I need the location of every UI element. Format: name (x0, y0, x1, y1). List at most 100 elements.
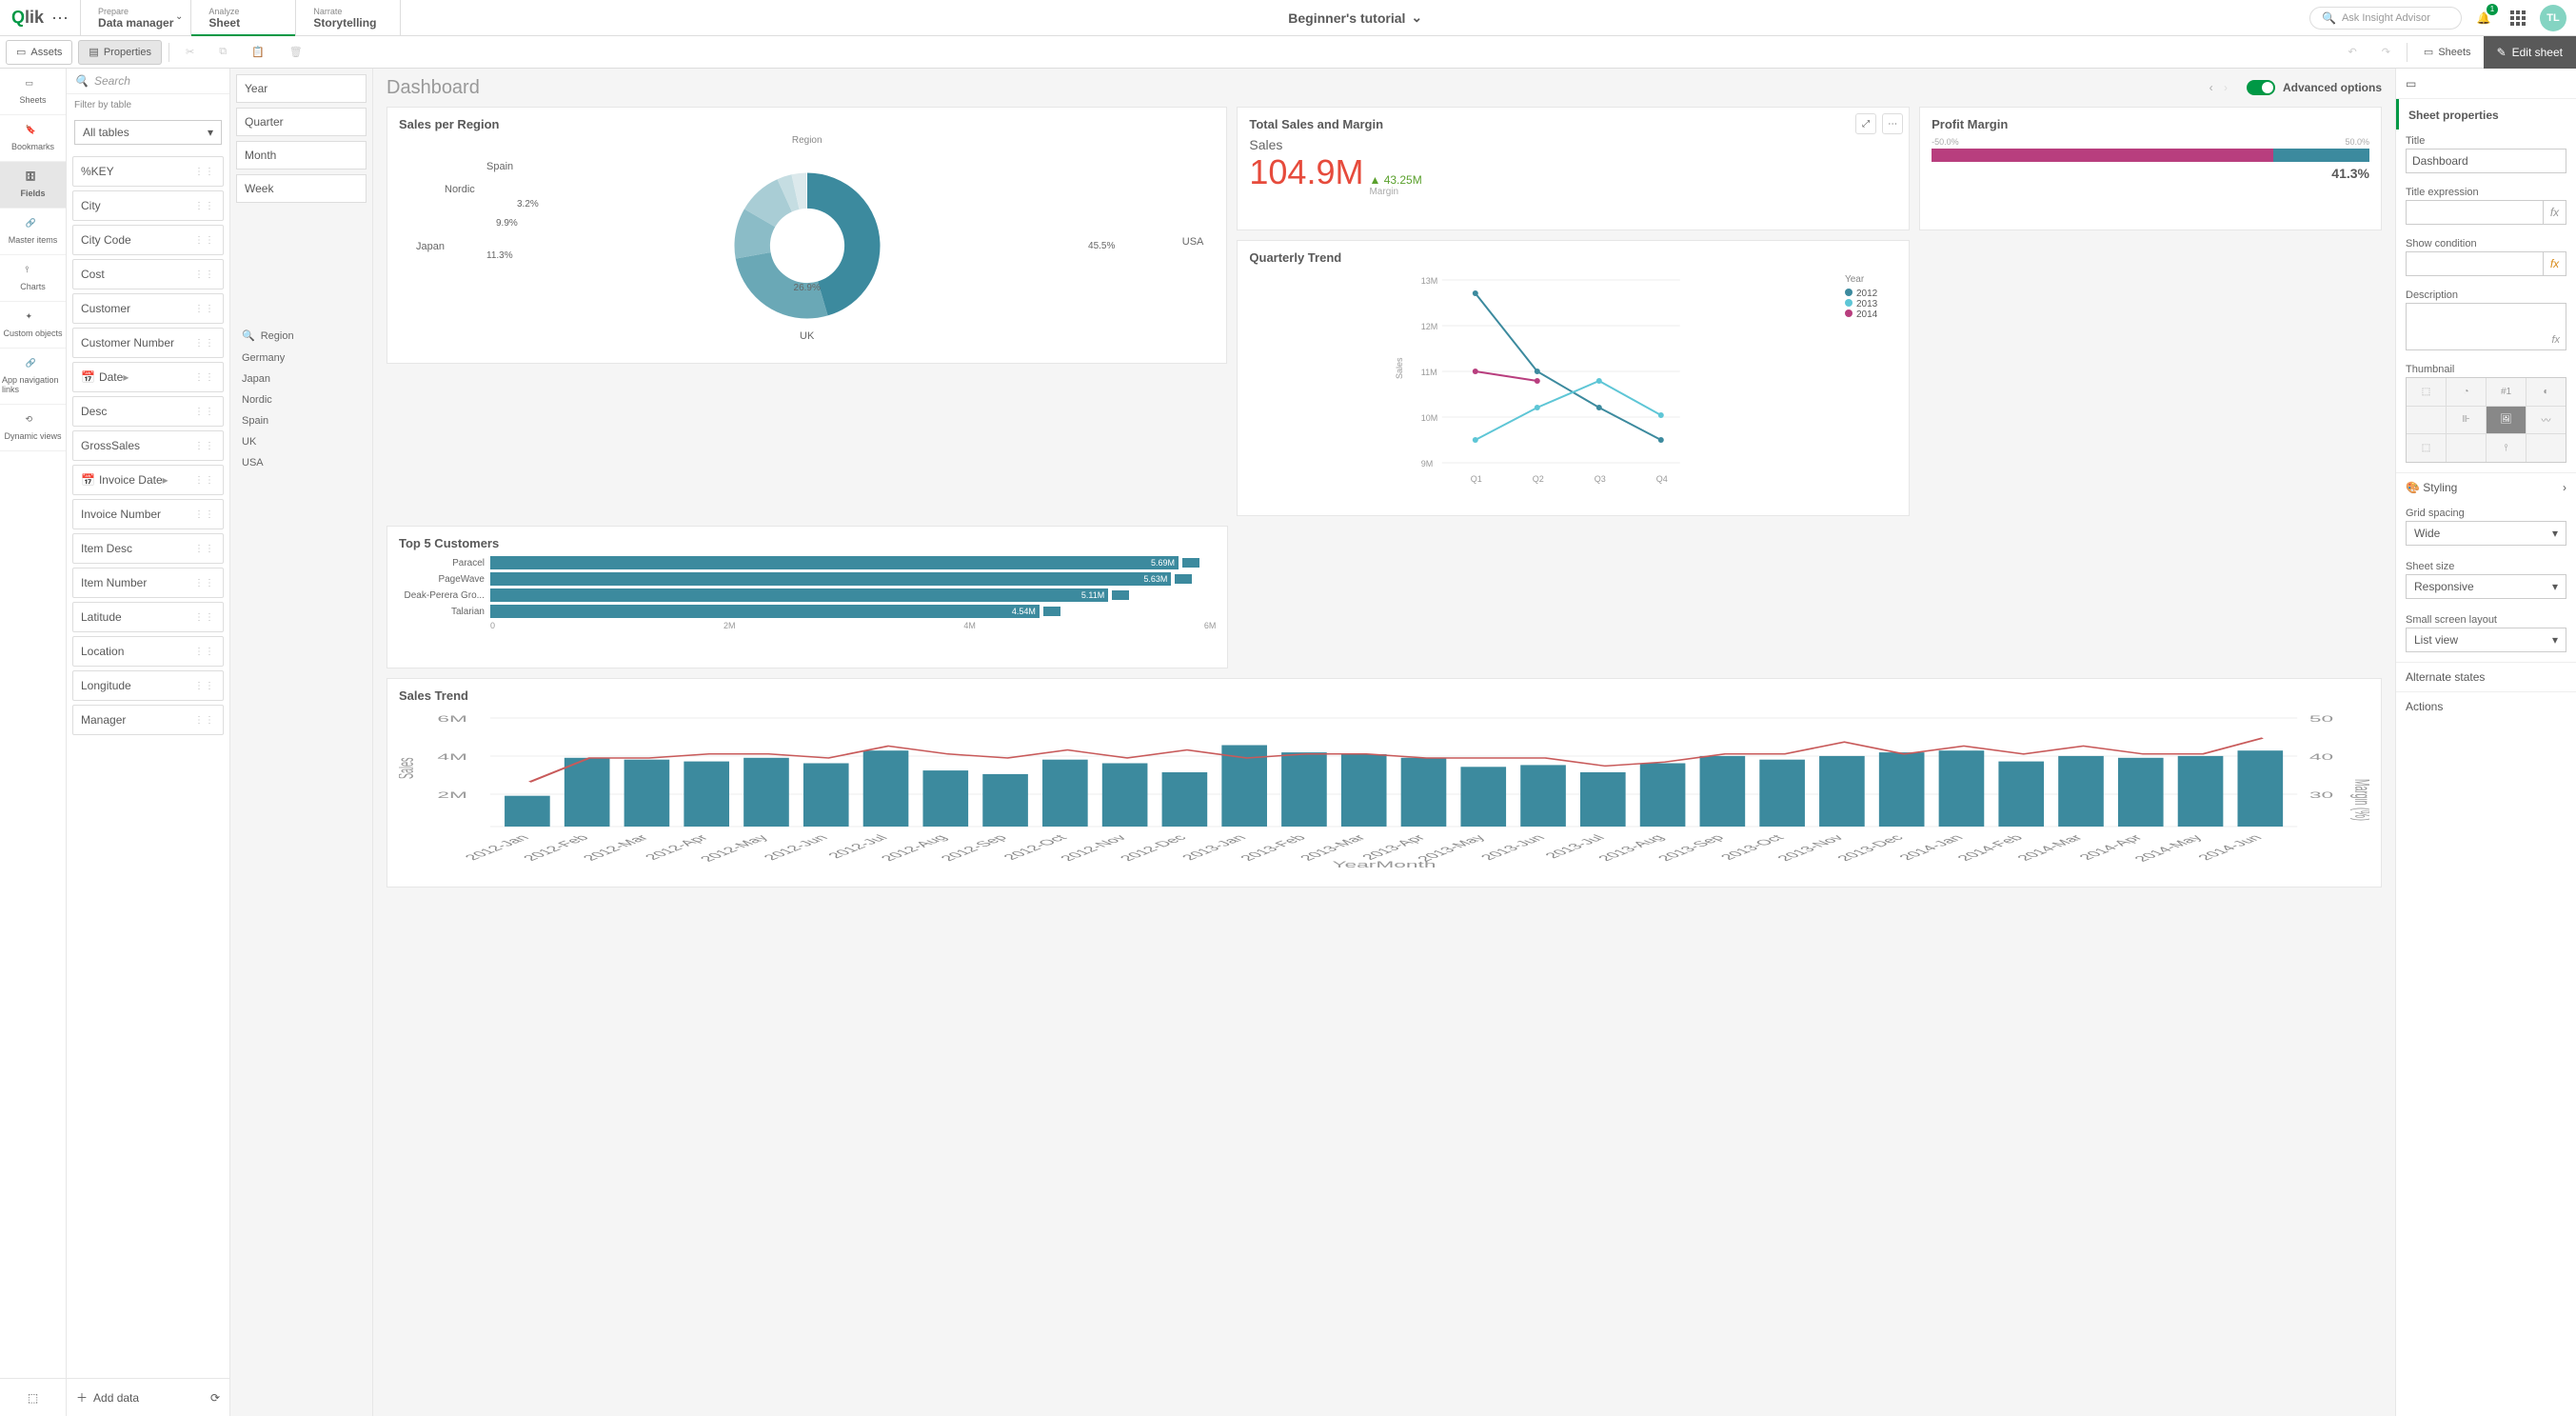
show-condition-fx-button[interactable]: fx (2544, 251, 2566, 276)
sales-trend-chart[interactable]: Sales Trend Sales Margin (%) 6M4M2M 5040… (386, 678, 2382, 887)
show-condition-input[interactable] (2406, 251, 2544, 276)
rail-custom-objects[interactable]: ✦Custom objects (0, 302, 66, 349)
description-fx-button[interactable]: fx (2551, 334, 2560, 346)
field-customer[interactable]: Customer⋮⋮ (72, 293, 224, 324)
donut-svg (726, 165, 888, 327)
sheets-button[interactable]: ▭ Sheets (2414, 40, 2481, 65)
undo-button[interactable]: ↶ (2338, 40, 2366, 65)
app-title[interactable]: Beginner's tutorial ⌄ (401, 0, 2309, 35)
app-launcher-button[interactable] (2506, 6, 2530, 30)
nav-tab-storytelling[interactable]: NarrateStorytelling (296, 0, 401, 35)
cut-button[interactable]: ✂ (176, 40, 204, 65)
table-filter-select[interactable]: All tables ▾ (74, 120, 222, 145)
field-latitude[interactable]: Latitude⋮⋮ (72, 602, 224, 632)
field-invoice-number[interactable]: Invoice Number⋮⋮ (72, 499, 224, 529)
title-expression-fx-button[interactable]: fx (2544, 200, 2566, 225)
field--key[interactable]: %KEY⋮⋮ (72, 156, 224, 187)
copy-button[interactable]: ⧉ (209, 40, 236, 65)
field-item-desc[interactable]: Item Desc⋮⋮ (72, 533, 224, 564)
small-screen-select[interactable]: List view▾ (2406, 628, 2566, 652)
nav-tab-sheet[interactable]: AnalyzeSheet (191, 0, 296, 35)
total-sales-margin-kpi[interactable]: ⤢ ⋯ Total Sales and Margin Sales 104.9M … (1237, 107, 1910, 230)
region-germany[interactable]: Germany (236, 348, 367, 369)
paste-button[interactable]: 📋 (242, 40, 274, 65)
rail-bookmarks[interactable]: 🔖Bookmarks (0, 115, 66, 162)
add-data-button[interactable]: ＋ Add data (76, 1389, 139, 1406)
top5-bar-row: PageWave 5.63M (399, 572, 1216, 586)
field-invoice-date[interactable]: 📅Invoice Date ▸⋮⋮ (72, 465, 224, 495)
drag-handle-icon: ⋮⋮ (194, 578, 215, 588)
refresh-icon[interactable]: ⟳ (210, 1391, 220, 1405)
region-usa[interactable]: USA (236, 452, 367, 473)
filter-year[interactable]: Year (236, 74, 367, 103)
rail-master-items[interactable]: 🔗Master items (0, 209, 66, 255)
title-expression-input[interactable] (2406, 200, 2544, 225)
assets-toggle[interactable]: ▭ Assets (6, 40, 72, 65)
user-avatar[interactable]: TL (2540, 5, 2566, 31)
field-customer-number[interactable]: Customer Number⋮⋮ (72, 328, 224, 358)
rail-dynamic-views[interactable]: ⟲Dynamic views (0, 405, 66, 451)
nav-tab-data-manager[interactable]: PrepareData manager⌄ (81, 0, 191, 35)
field-manager[interactable]: Manager⋮⋮ (72, 705, 224, 735)
sheets-icon: ▭ (2424, 46, 2433, 58)
fields-search[interactable]: 🔍 Search (67, 69, 229, 94)
drag-handle-icon: ⋮⋮ (194, 681, 215, 691)
edit-sheet-button[interactable]: ✎ Edit sheet (2484, 36, 2576, 69)
field-grosssales[interactable]: GrossSales⋮⋮ (72, 430, 224, 461)
charts-icon: ⫯ (26, 265, 41, 278)
rail-bottom-button[interactable]: ⬚ (0, 1378, 66, 1416)
redo-button[interactable]: ↷ (2372, 40, 2400, 65)
top5-customers-chart[interactable]: Top 5 Customers Paracel 5.69M PageWave 5… (386, 526, 1228, 668)
delete-button[interactable]: 🗑 (280, 40, 312, 65)
field-item-number[interactable]: Item Number⋮⋮ (72, 568, 224, 598)
prev-sheet-button[interactable]: ‹ (2209, 81, 2213, 94)
top-bar: Qlik ⋯ PrepareData manager⌄AnalyzeSheetN… (0, 0, 2576, 36)
sheet-size-select[interactable]: Responsive▾ (2406, 574, 2566, 599)
region-filter-header[interactable]: 🔍 Region (236, 322, 367, 348)
sales-per-region-chart[interactable]: Sales per Region Region USA 45.5% UK 26.… (386, 107, 1227, 364)
search-icon: 🔍 (2322, 11, 2336, 25)
field-location[interactable]: Location⋮⋮ (72, 636, 224, 667)
quarterly-trend-chart[interactable]: Quarterly Trend Sales 13M12M11M10M9M Q1Q… (1237, 240, 1910, 516)
donut-label-usa: USA (1182, 236, 1204, 248)
field-longitude[interactable]: Longitude⋮⋮ (72, 670, 224, 701)
rail-charts[interactable]: ⫯Charts (0, 255, 66, 302)
profit-margin-chart[interactable]: Profit Margin -50.0% 50.0% 41.3% (1919, 107, 2382, 230)
thumbnail-preview[interactable]: ⬚◔#1◐ ⊪🖼〰 ⬚⫯ (2406, 377, 2566, 463)
filter-week[interactable]: Week (236, 174, 367, 203)
grid-spacing-select[interactable]: Wide▾ (2406, 521, 2566, 546)
filter-quarter[interactable]: Quarter (236, 108, 367, 136)
sheet-props-tab-icon[interactable]: ▭ (2406, 77, 2416, 90)
more-menu-icon[interactable]: ⋯ (51, 10, 69, 27)
sheet-title-input[interactable]: Dashboard (2406, 149, 2566, 173)
calendar-icon: 📅 (81, 370, 95, 384)
rail-app-navigation-links[interactable]: 🔗App navigation links (0, 349, 66, 405)
filter-month[interactable]: Month (236, 141, 367, 170)
properties-toggle[interactable]: ▤ Properties (78, 40, 162, 65)
region-japan[interactable]: Japan (236, 369, 367, 389)
alternate-states-section[interactable]: Alternate states (2396, 662, 2576, 691)
description-input[interactable]: fx (2406, 303, 2566, 350)
rail-sheets[interactable]: ▭Sheets (0, 69, 66, 115)
field-cost[interactable]: Cost⋮⋮ (72, 259, 224, 289)
fullscreen-button[interactable]: ⤢ (1855, 113, 1876, 134)
chevron-down-icon: ⌄ (1411, 10, 1422, 26)
field-desc[interactable]: Desc⋮⋮ (72, 396, 224, 427)
next-sheet-button[interactable]: › (2224, 81, 2228, 94)
separator (2407, 43, 2408, 62)
actions-section[interactable]: Actions (2396, 691, 2576, 721)
region-spain[interactable]: Spain (236, 410, 367, 431)
notifications-button[interactable]: 🔔 1 (2471, 6, 2496, 30)
region-nordic[interactable]: Nordic (236, 389, 367, 410)
field-city-code[interactable]: City Code⋮⋮ (72, 225, 224, 255)
insight-search[interactable]: 🔍 Ask Insight Advisor (2309, 7, 2462, 30)
app-logo: Qlik (11, 8, 44, 28)
kpi-more-button[interactable]: ⋯ (1882, 113, 1903, 134)
region-uk[interactable]: UK (236, 431, 367, 452)
styling-section[interactable]: 🎨 Styling › (2396, 472, 2576, 502)
rail-fields[interactable]: 🗄Fields (0, 162, 66, 209)
advanced-options-toggle[interactable] (2247, 80, 2275, 95)
main-area: ▭Sheets🔖Bookmarks🗄Fields🔗Master items⫯Ch… (0, 69, 2576, 1416)
field-date[interactable]: 📅Date ▸⋮⋮ (72, 362, 224, 392)
field-city[interactable]: City⋮⋮ (72, 190, 224, 221)
